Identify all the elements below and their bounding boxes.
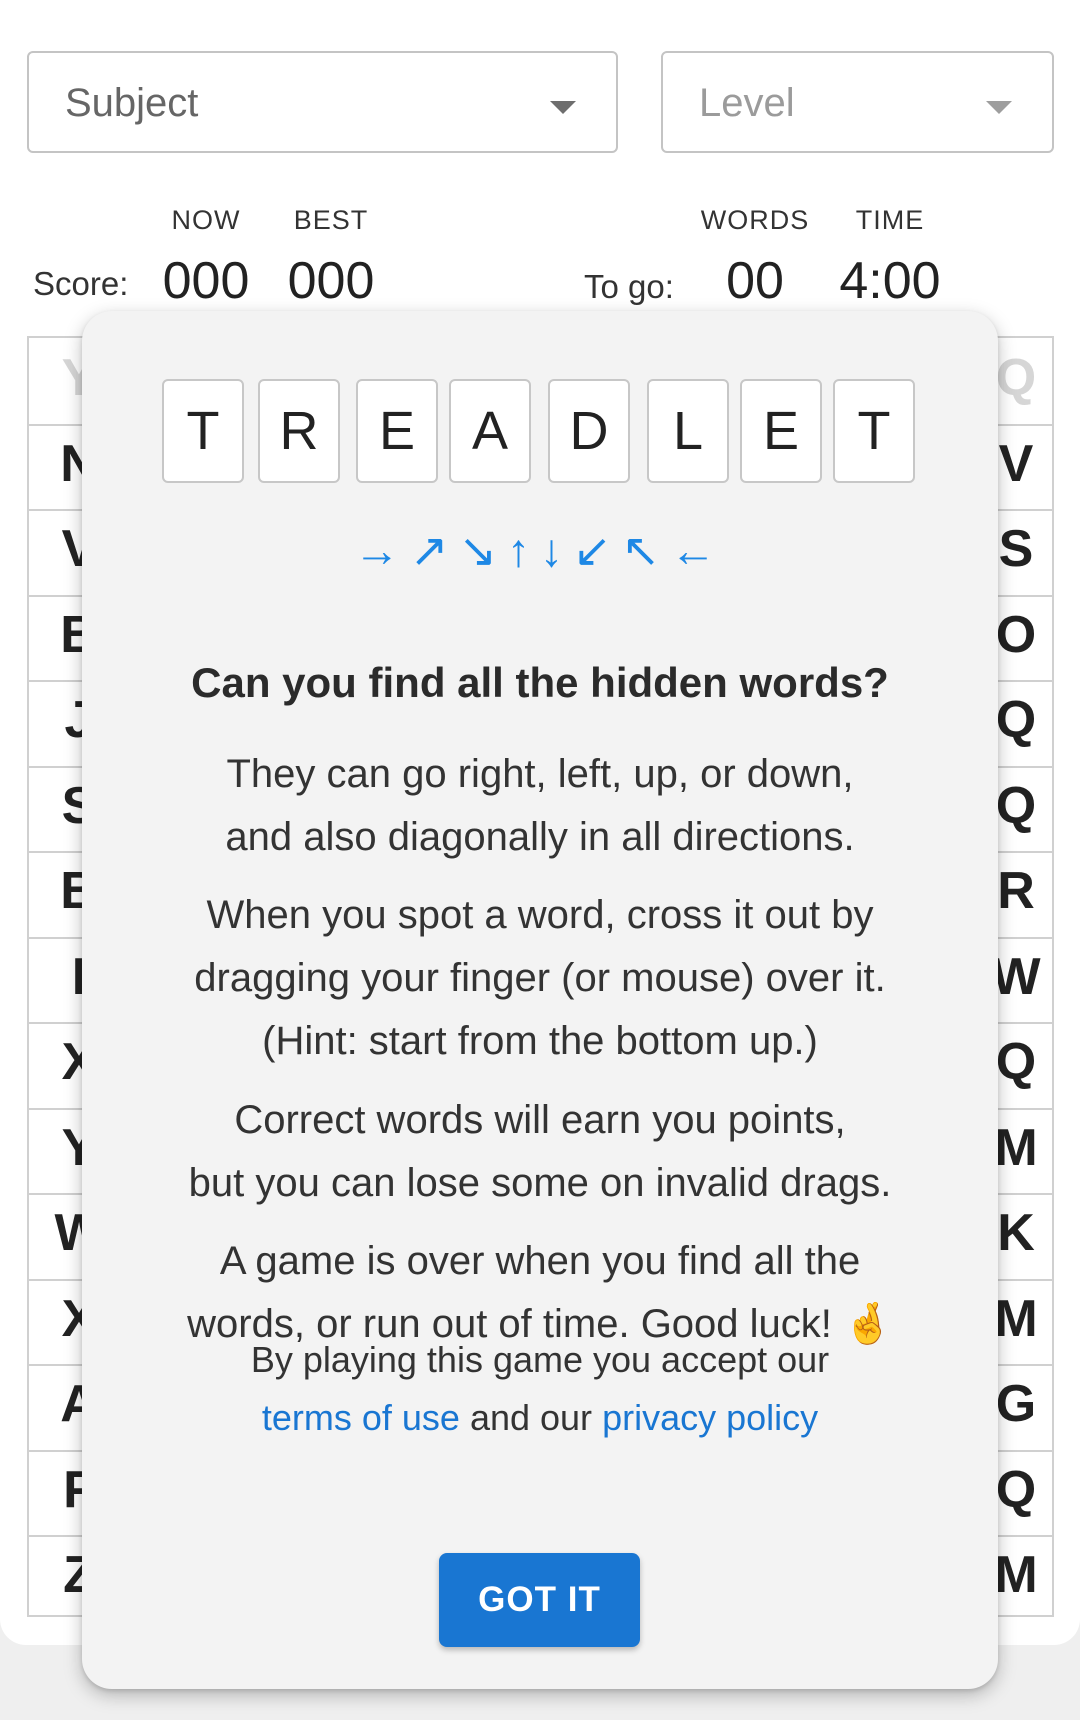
text-line: (Hint: start from the bottom up.) [262,1019,818,1063]
direction-arrow-icon: ↙ [573,524,622,576]
logo-letter-tile: A [449,379,531,483]
togo-label: To go: [584,268,674,305]
privacy-policy-link[interactable]: privacy policy [602,1397,818,1438]
rules-paragraph-directions: They can go right, left, up, or down, an… [122,743,958,869]
direction-arrow-icon: ↘ [458,524,507,576]
chevron-down-icon [550,101,576,114]
score-now-header: NOW [171,205,241,235]
logo-letter-tile: T [833,379,915,483]
subject-select[interactable]: Subject [27,51,618,153]
direction-arrows: →↗↘↑↓↙↖← [82,523,998,577]
level-select[interactable]: Level [661,51,1054,153]
text-line: When you spot a word, cross it out by [206,893,874,937]
text-line: but you can lose some on invalid drags. [188,1161,892,1205]
subject-select-label: Subject [65,81,199,125]
logo-letter-tile: D [548,379,630,483]
text-line: and also diagonally in all directions. [225,815,855,859]
and-our-text: and our [469,1397,593,1438]
got-it-button[interactable]: GOT IT [439,1553,640,1647]
rules-paragraph-points: Correct words will earn you points, but … [122,1089,958,1215]
logo-letter-tile: T [162,379,244,483]
game-logo: TREADLET [82,379,998,485]
instructions-dialog: TREADLET →↗↘↑↓↙↖← Can you find all the h… [82,311,998,1689]
consent-line: By playing this game you accept our [250,1339,830,1380]
consent-text: By playing this game you accept our term… [122,1331,958,1447]
score-now-value: 000 [162,252,250,310]
text-line: They can go right, left, up, or down, [226,752,854,796]
text-line: A game is over when you find all the [219,1239,861,1283]
direction-arrow-icon: ↗ [409,524,459,576]
dialog-heading: Can you find all the hidden words? [191,659,889,706]
score-label: Score: [33,265,129,302]
rules-paragraph-drag: When you spot a word, cross it out by dr… [122,884,958,1073]
logo-letter-tile: R [258,379,340,483]
togo-words-value: 00 [726,252,784,310]
score-best-value: 000 [287,252,375,310]
text-line: dragging your finger (or mouse) over it. [194,956,886,1000]
text-line: Correct words will earn you points, [234,1098,846,1142]
togo-time-value: 4:00 [839,252,941,310]
level-select-label: Level [699,81,795,125]
chevron-down-icon [986,101,1012,114]
terms-of-use-link[interactable]: terms of use [262,1397,460,1438]
logo-letter-tile: L [647,379,729,483]
direction-arrow-icon: ↑ [507,524,540,576]
togo-words-header: WORDS [700,205,810,235]
direction-arrow-icon: → [353,524,410,576]
logo-letter-tile: E [740,379,822,483]
togo-time-header: TIME [855,205,925,235]
score-best-header: BEST [293,205,369,235]
direction-arrow-icon: ↖ [621,524,671,576]
logo-letter-tile: E [356,379,438,483]
direction-arrow-icon: ← [670,524,727,576]
direction-arrow-icon: ↓ [540,524,573,576]
